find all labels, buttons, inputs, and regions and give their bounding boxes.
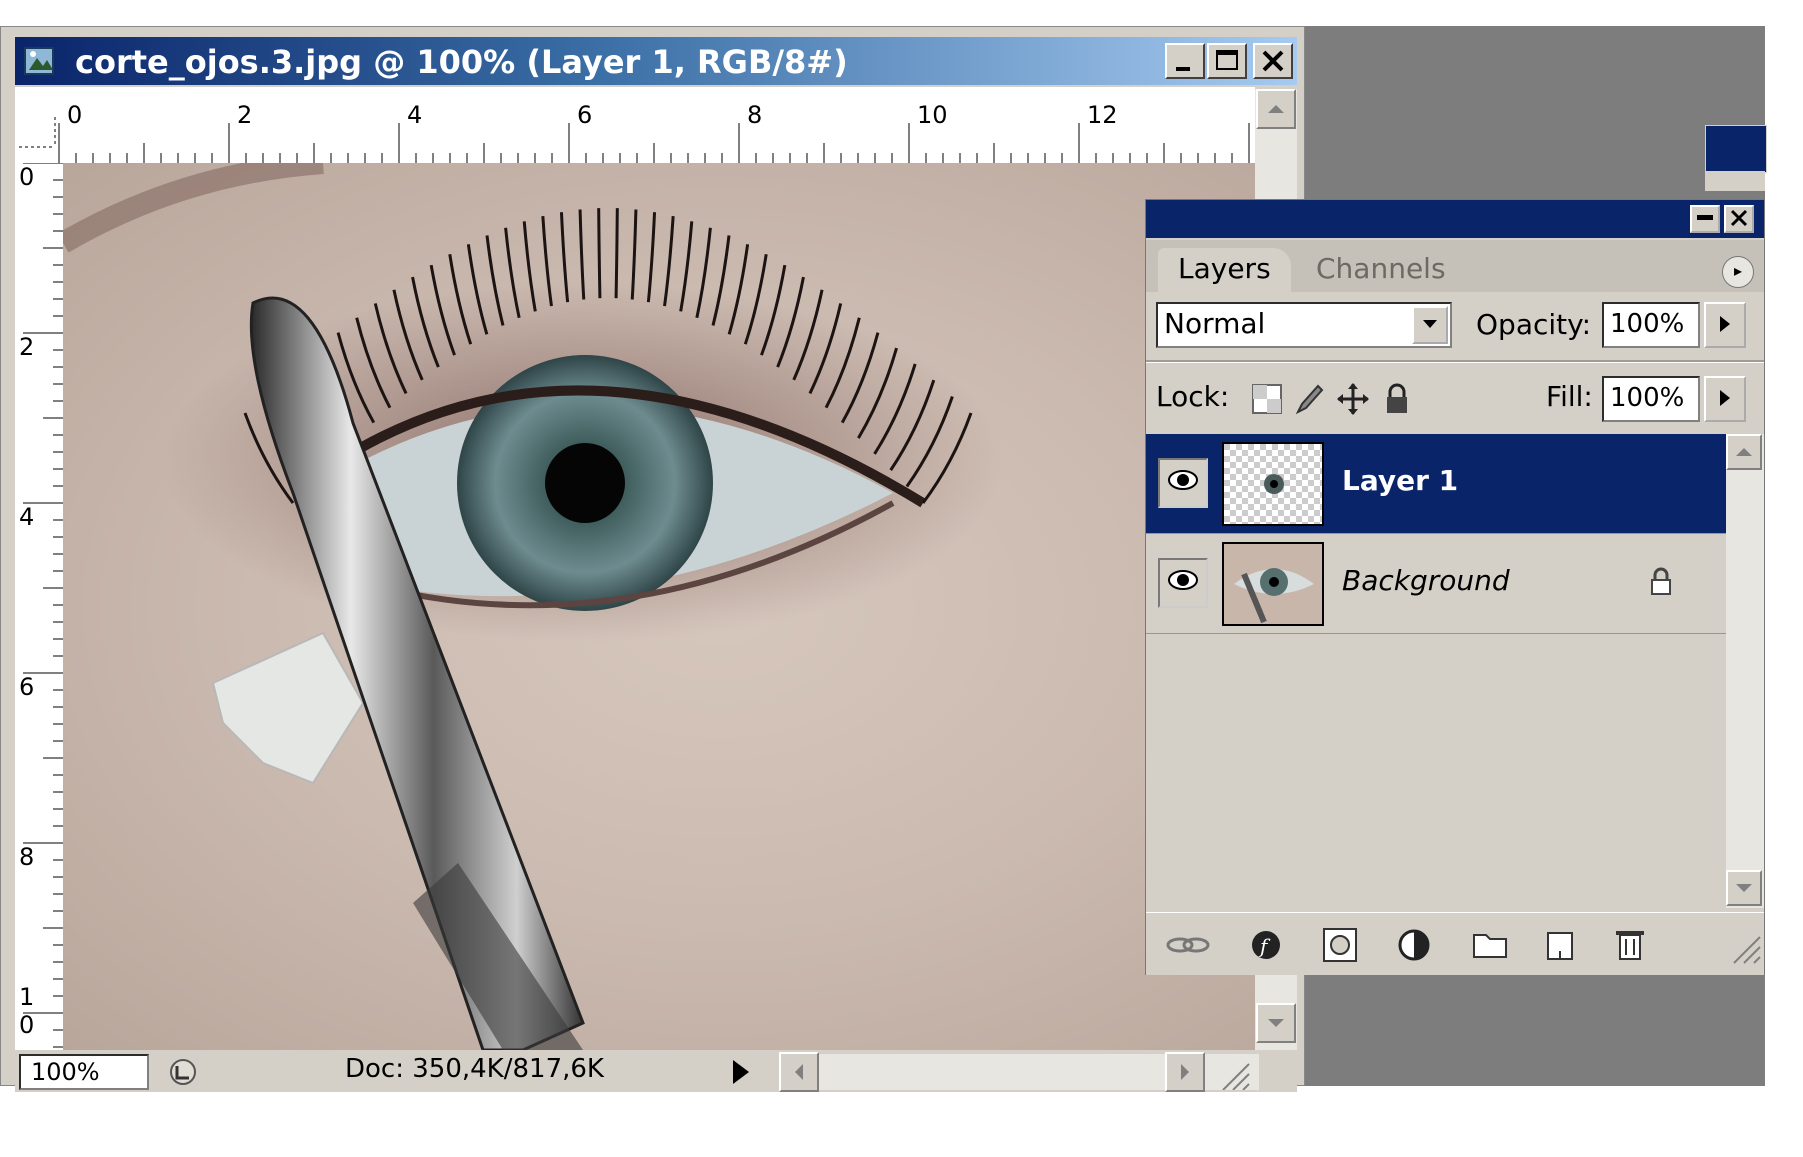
close-icon [1262, 50, 1284, 72]
lock-position-icon[interactable] [1336, 382, 1370, 416]
link-layers-icon[interactable] [1164, 923, 1212, 967]
layer-thumbnail[interactable] [1222, 442, 1324, 526]
layer-name[interactable]: Background [1342, 564, 1510, 597]
arrow-down-icon [1268, 1019, 1284, 1027]
ruler-left-label: 8 [19, 843, 35, 871]
layer-row-background[interactable]: Background [1146, 534, 1726, 634]
fill-slider-button[interactable] [1704, 376, 1746, 422]
adjustment-layer-icon[interactable] [1392, 923, 1440, 967]
lock-icon [1646, 566, 1676, 605]
ruler-top-label: 6 [577, 101, 593, 129]
palette-minimize-button[interactable] [1690, 205, 1720, 233]
arrow-right-icon [1181, 1064, 1189, 1080]
resize-grip-icon[interactable] [1726, 929, 1762, 969]
visibility-eye-icon[interactable] [1158, 558, 1208, 608]
opacity-field[interactable]: 100% [1602, 302, 1700, 348]
background-palette-body [1705, 171, 1765, 191]
arrow-down-icon [1736, 884, 1752, 892]
close-icon [1730, 209, 1748, 227]
ruler-left-ticks [23, 163, 63, 1048]
photoshop-doc-icon [24, 47, 54, 75]
arrow-right-icon [1720, 316, 1730, 332]
chevron-down-icon[interactable] [1412, 306, 1448, 344]
scroll-down-button[interactable] [1256, 1003, 1296, 1043]
zoom-field[interactable]: 100% [19, 1054, 149, 1090]
scroll-down-button[interactable] [1726, 870, 1762, 906]
scroll-up-button[interactable] [1726, 434, 1762, 470]
document-info: Doc: 350,4K/817,6K [345, 1054, 604, 1084]
ruler-left-label: 1 [19, 983, 35, 1011]
ruler-left-label: 0 [19, 163, 35, 191]
divider [1146, 360, 1764, 363]
tab-layers[interactable]: Layers [1158, 248, 1291, 292]
trash-icon[interactable] [1606, 923, 1654, 967]
background-palette-titlebar [1705, 125, 1767, 173]
scroll-left-button[interactable] [779, 1052, 819, 1092]
ruler-left-label: 0 [19, 1011, 35, 1039]
scroll-right-button[interactable] [1165, 1052, 1205, 1092]
lock-label: Lock: [1156, 380, 1230, 413]
lock-all-icon[interactable] [1380, 382, 1414, 416]
opacity-slider-button[interactable] [1704, 302, 1746, 348]
minimize-icon [1697, 215, 1713, 220]
arrow-right-icon [1720, 390, 1730, 406]
ruler-left-label: 2 [19, 333, 35, 361]
ruler-top-label: 4 [407, 101, 423, 129]
palette-close-button[interactable] [1724, 205, 1754, 233]
palette-tabs: Layers Channels ▸ [1146, 240, 1764, 292]
blend-mode-select[interactable]: Normal [1156, 302, 1452, 348]
layers-palette-footer: f [1146, 912, 1764, 975]
arrow-up-icon [1736, 448, 1752, 456]
opacity-label: Opacity: [1476, 308, 1592, 341]
layers-palette: Layers Channels ▸ Normal Opacity: 100% L… [1145, 199, 1765, 975]
ruler-top-label: 10 [917, 101, 948, 129]
visibility-eye-icon[interactable] [1158, 458, 1208, 508]
maximize-button[interactable] [1207, 43, 1247, 79]
close-button[interactable] [1253, 43, 1293, 79]
ruler-top-label: 2 [237, 101, 253, 129]
ruler-top-label: 8 [747, 101, 763, 129]
scroll-up-button[interactable] [1256, 89, 1296, 129]
tab-channels[interactable]: Channels [1296, 248, 1466, 292]
image-canvas[interactable] [63, 163, 1255, 1050]
maximize-icon [1216, 50, 1238, 70]
new-layer-icon[interactable] [1536, 923, 1584, 967]
layer-thumbnail[interactable] [1222, 542, 1324, 626]
new-group-icon[interactable] [1466, 923, 1514, 967]
blend-mode-value: Normal [1164, 307, 1266, 340]
lock-transparent-pixels-icon[interactable] [1250, 382, 1284, 416]
ruler-left-label: 4 [19, 503, 35, 531]
menu-arrow-icon: ▸ [1733, 261, 1743, 280]
resize-grip-icon[interactable] [1213, 1054, 1253, 1090]
layers-palette-titlebar[interactable] [1146, 200, 1764, 238]
arrow-up-icon [1268, 105, 1284, 113]
document-title: corte_ojos.3.jpg @ 100% (Layer 1, RGB/8#… [75, 43, 848, 81]
palette-menu-button[interactable]: ▸ [1722, 256, 1754, 288]
layers-vertical-scrollbar[interactable] [1726, 434, 1764, 908]
ruler-top-label: 12 [1087, 101, 1118, 129]
status-menu-arrow-icon[interactable] [723, 1056, 759, 1088]
layer-style-icon[interactable]: f [1246, 923, 1294, 967]
ruler-top[interactable]: 0 2 4 6 8 10 12 [15, 87, 1255, 164]
layer-list: Layer 1 Background [1146, 434, 1726, 908]
minimize-icon [1176, 67, 1190, 71]
document-window: corte_ojos.3.jpg @ 100% (Layer 1, RGB/8#… [0, 26, 1305, 1092]
fill-label: Fill: [1546, 380, 1593, 413]
ruler-left-label: 6 [19, 673, 35, 701]
fill-field[interactable]: 100% [1602, 376, 1700, 422]
document-titlebar[interactable]: corte_ojos.3.jpg @ 100% (Layer 1, RGB/8#… [15, 37, 1297, 85]
ruler-top-label: 0 [67, 101, 83, 129]
arrow-left-icon [795, 1064, 803, 1080]
layer-name[interactable]: Layer 1 [1342, 464, 1458, 497]
layer-mask-icon[interactable] [1316, 923, 1364, 967]
lock-image-pixels-icon[interactable] [1292, 382, 1326, 416]
ruler-top-ticks [19, 117, 1250, 163]
status-options-icon[interactable] [165, 1056, 201, 1088]
status-bar: 100% Doc: 350,4K/817,6K [15, 1050, 1297, 1092]
minimize-button[interactable] [1165, 43, 1205, 79]
ruler-left[interactable]: 0 2 4 6 8 1 0 [15, 163, 64, 1050]
eye-artwork [63, 163, 1003, 1050]
document-horizontal-scrollbar[interactable] [779, 1052, 1259, 1092]
layer-row-layer-1[interactable]: Layer 1 [1146, 434, 1726, 534]
